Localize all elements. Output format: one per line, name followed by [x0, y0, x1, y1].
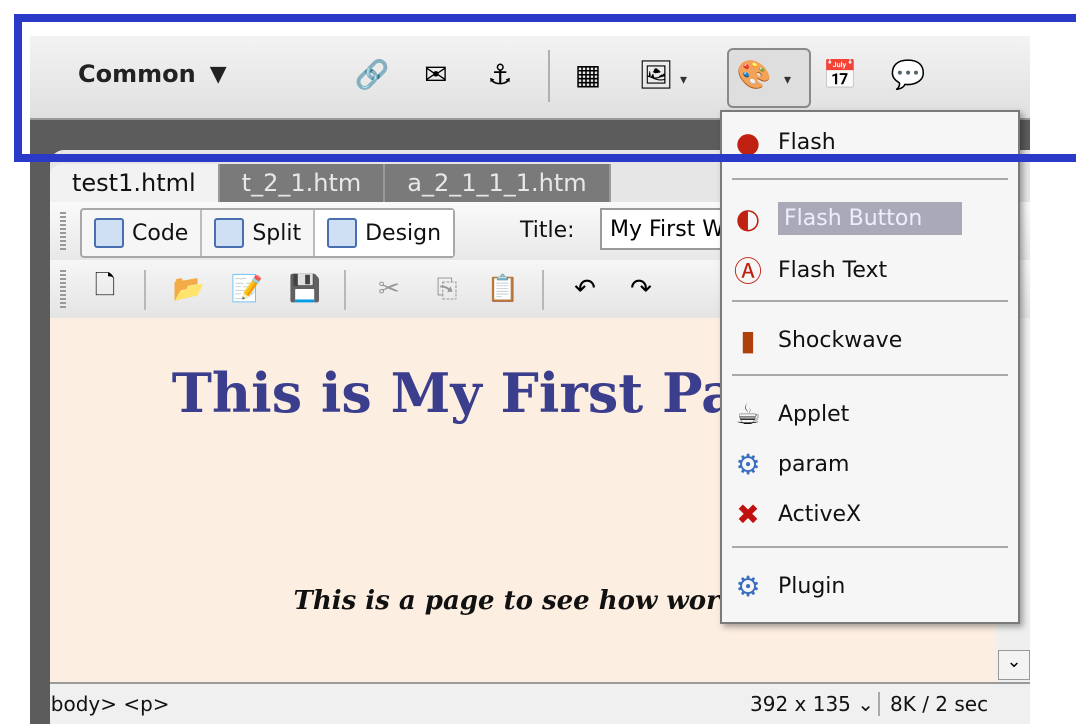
- dropdown-arrow-icon: ▼: [209, 61, 227, 87]
- design-view-icon: [327, 218, 358, 248]
- table-icon[interactable]: ▦: [568, 54, 608, 94]
- menu-item-applet[interactable]: ☕ Applet: [728, 392, 1012, 436]
- activex-icon: ✖: [736, 497, 760, 531]
- menu-item-shockwave[interactable]: ▮ Shockwave: [728, 318, 1012, 362]
- design-view-button[interactable]: Design: [315, 210, 454, 256]
- menu-divider: [732, 300, 1008, 302]
- menu-item-activex[interactable]: ✖ ActiveX: [728, 492, 1012, 536]
- new-document-icon[interactable]: 🗋: [86, 270, 124, 308]
- scroll-down-icon[interactable]: ⌄: [998, 650, 1030, 680]
- category-dropdown[interactable]: Common ▼: [78, 60, 227, 88]
- toolbar-grip[interactable]: [60, 212, 66, 252]
- toolbar-grip[interactable]: [60, 270, 66, 310]
- plugin-icon: ⚙: [735, 569, 761, 603]
- code-view-label: Code: [132, 220, 189, 246]
- flash-icon: ●: [735, 125, 761, 159]
- undo-icon[interactable]: ↶: [566, 270, 604, 308]
- view-switcher: Code Split Design: [80, 208, 456, 258]
- hyperlink-icon[interactable]: 🔗: [352, 54, 392, 94]
- tab-t-2-1[interactable]: t_2_1.htm: [219, 164, 386, 202]
- category-label: Common: [78, 60, 196, 88]
- tag-selector[interactable]: <body> <p>: [50, 692, 170, 716]
- insert-bar: Common ▼ 🔗 ✉ ⚓ ▦ 🖼 ▾ 🎨 ▾ 📅 💬: [30, 36, 1030, 120]
- named-anchor-icon[interactable]: ⚓: [480, 54, 520, 94]
- menu-item-flash[interactable]: ● Flash: [728, 120, 1012, 164]
- toolbar-divider: [344, 270, 346, 310]
- media-dropdown-arrow-icon[interactable]: ▾: [784, 72, 791, 88]
- menu-item-flash-button[interactable]: ◐ Flash Button: [728, 196, 1012, 240]
- menu-item-param[interactable]: ⚙ param: [728, 442, 1012, 486]
- title-label: Title:: [520, 218, 575, 243]
- shockwave-icon: ▮: [740, 323, 756, 357]
- window-size-selector[interactable]: 392 x 135 ⌄: [750, 692, 874, 716]
- cut-icon[interactable]: ✂: [370, 270, 408, 308]
- code-view-button[interactable]: Code: [82, 210, 203, 256]
- open-folder-icon[interactable]: 📂: [170, 270, 208, 308]
- flash-button-icon: ◐: [735, 201, 761, 235]
- image-icon[interactable]: 🖼: [636, 54, 676, 94]
- menu-divider: [732, 374, 1008, 376]
- image-dropdown-arrow-icon[interactable]: ▾: [680, 72, 687, 88]
- paste-icon[interactable]: 📋: [484, 270, 522, 308]
- split-view-icon: [214, 218, 245, 248]
- menu-divider: [732, 546, 1008, 548]
- media-icon[interactable]: 🎨: [734, 54, 774, 94]
- tab-a-2-1-1-1[interactable]: a_2_1_1_1.htm: [385, 164, 611, 202]
- redo-icon[interactable]: ↷: [622, 270, 660, 308]
- split-view-label: Split: [252, 220, 302, 246]
- tab-test1[interactable]: test1.html: [50, 164, 220, 202]
- applet-coffee-icon: ☕: [735, 397, 761, 431]
- edit-icon[interactable]: 📝: [228, 270, 266, 308]
- toolbar-divider: [548, 50, 550, 102]
- email-link-icon[interactable]: ✉: [416, 54, 456, 94]
- menu-item-plugin[interactable]: ⚙ Plugin: [728, 564, 1012, 608]
- save-icon[interactable]: 💾: [286, 270, 324, 308]
- document-tabs: test1.html t_2_1.htm a_2_1_1_1.htm: [50, 164, 611, 204]
- menu-divider: [732, 178, 1008, 180]
- comment-icon[interactable]: 💬: [888, 54, 928, 94]
- date-icon[interactable]: 📅: [820, 54, 860, 94]
- design-view-label: Design: [365, 220, 442, 246]
- code-view-icon: [94, 218, 124, 248]
- copy-icon[interactable]: ⎘: [428, 270, 466, 308]
- toolbar-divider: [144, 270, 146, 310]
- menu-item-flash-text[interactable]: Ⓐ Flash Text: [728, 248, 1012, 292]
- download-size: 8K / 2 sec: [878, 692, 988, 716]
- toolbar-divider: [542, 270, 544, 310]
- media-dropdown-menu: ● Flash ◐ Flash Button Ⓐ Flash Text ▮ Sh…: [720, 110, 1020, 624]
- split-view-button[interactable]: Split: [202, 210, 316, 256]
- flash-text-icon: Ⓐ: [733, 255, 762, 288]
- status-bar: <body> <p> 392 x 135 ⌄ 8K / 2 sec: [50, 682, 1030, 724]
- param-icon: ⚙: [735, 447, 761, 481]
